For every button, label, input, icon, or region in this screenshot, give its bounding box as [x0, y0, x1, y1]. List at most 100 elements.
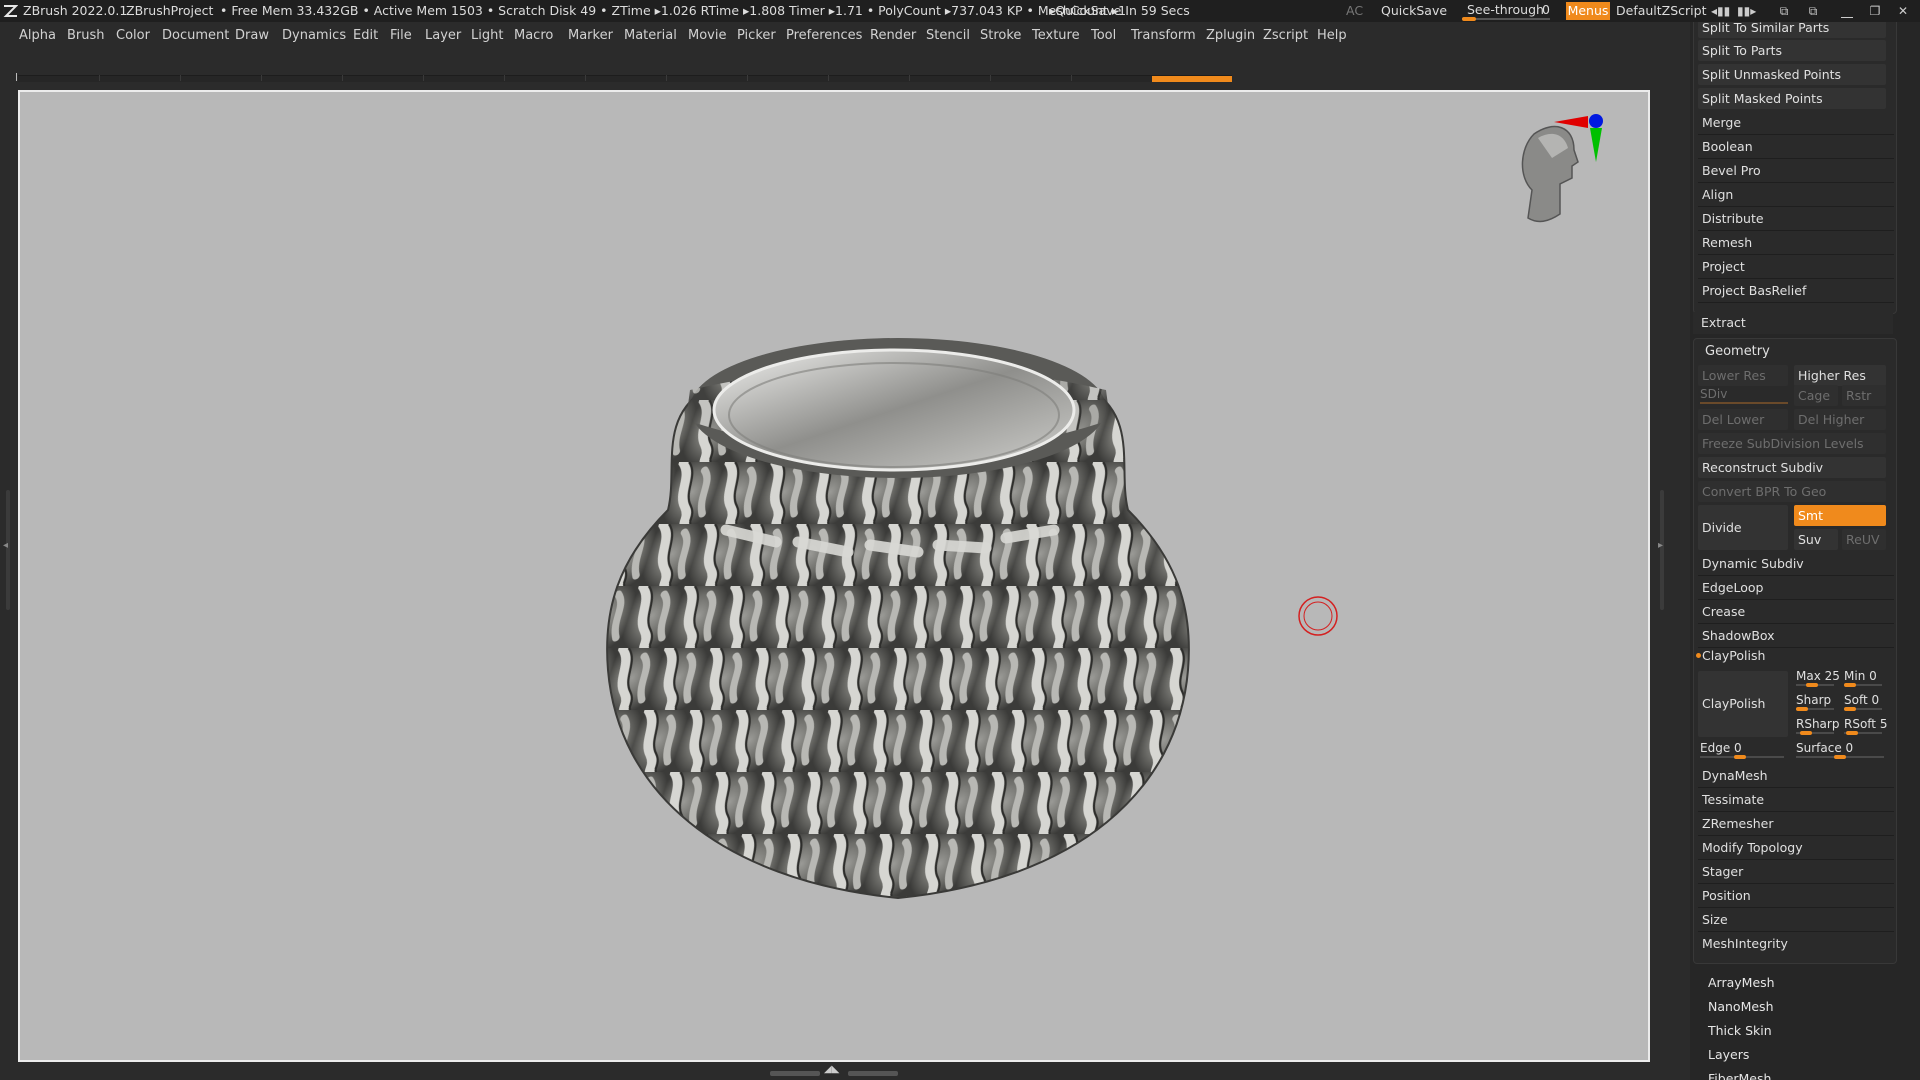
cage-button[interactable]: Cage	[1794, 385, 1838, 406]
bottom-tray-handle[interactable]	[770, 1071, 820, 1076]
thick-skin-section[interactable]: Thick Skin	[1708, 1023, 1772, 1039]
menu-movie[interactable]: Movie	[688, 28, 726, 44]
default-zscript-button[interactable]: DefaultZScript	[1616, 0, 1707, 22]
dynamic-subdiv-section[interactable]: Dynamic Subdiv	[1694, 553, 1894, 575]
popup-icon[interactable]: ⧉	[1775, 3, 1793, 19]
zremesher-section[interactable]: ZRemesher	[1694, 813, 1894, 835]
shelf-strip[interactable]	[18, 75, 1232, 82]
menu-material[interactable]: Material	[624, 28, 677, 44]
dock-left-icon[interactable]: ◂▮▮	[1711, 3, 1730, 19]
merge-section[interactable]: Merge	[1694, 112, 1894, 134]
rsharp-slider[interactable]: RSharp	[1796, 715, 1839, 736]
menu-stencil[interactable]: Stencil	[926, 28, 970, 44]
menu-zplugin[interactable]: Zplugin	[1206, 28, 1255, 44]
modify-topology-section[interactable]: Modify Topology	[1694, 837, 1894, 859]
vase-mesh[interactable]	[606, 338, 1190, 900]
divide-button[interactable]: Divide	[1698, 505, 1788, 550]
size-section[interactable]: Size	[1694, 909, 1894, 931]
menu-texture[interactable]: Texture	[1032, 28, 1080, 44]
dynamesh-section[interactable]: DynaMesh	[1694, 765, 1894, 787]
distribute-section[interactable]: Distribute	[1694, 208, 1894, 230]
menu-layer[interactable]: Layer	[425, 28, 461, 44]
crease-section[interactable]: Crease	[1694, 601, 1894, 623]
bottom-tray-handle-right[interactable]	[848, 1071, 898, 1076]
rstr-button[interactable]: Rstr	[1842, 385, 1886, 406]
soft-slider[interactable]: Soft 0	[1844, 691, 1884, 712]
dock-right-icon[interactable]: ▮▮▸	[1737, 3, 1756, 19]
max-slider[interactable]: Max 25	[1796, 667, 1840, 688]
shelf-active-tab[interactable]	[1152, 76, 1232, 82]
popup-icon[interactable]: ⧉	[1804, 3, 1822, 19]
menu-marker[interactable]: Marker	[568, 28, 613, 44]
freeze-subdiv-button[interactable]: Freeze SubDivision Levels	[1698, 433, 1886, 454]
restore-icon[interactable]: ❐	[1866, 3, 1884, 19]
fibermesh-section[interactable]: FiberMesh	[1708, 1071, 1771, 1080]
menus-toggle-button[interactable]: Menus	[1566, 2, 1610, 20]
close-icon[interactable]: ✕	[1894, 3, 1912, 19]
minimize-icon[interactable]: ⎽	[1838, 3, 1856, 19]
chevron-right-icon[interactable]: ▸	[1658, 540, 1663, 551]
edgeloop-section[interactable]: EdgeLoop	[1694, 577, 1894, 599]
zbrush-logo-icon[interactable]	[3, 4, 18, 18]
menu-alpha[interactable]: Alpha	[19, 28, 56, 44]
reconstruct-subdiv-button[interactable]: Reconstruct Subdiv	[1698, 457, 1886, 478]
tessimate-section[interactable]: Tessimate	[1694, 789, 1894, 811]
lower-res-button[interactable]: Lower Res	[1698, 365, 1788, 386]
align-section[interactable]: Align	[1694, 184, 1894, 206]
stager-section[interactable]: Stager	[1694, 861, 1894, 883]
menu-dynamics[interactable]: Dynamics	[282, 28, 346, 44]
remesh-section[interactable]: Remesh	[1694, 232, 1894, 254]
min-slider[interactable]: Min 0	[1844, 667, 1884, 688]
menu-light[interactable]: Light	[471, 28, 503, 44]
project-name[interactable]: ZBrushProject	[126, 0, 213, 22]
orientation-head-icon[interactable]	[1508, 114, 1608, 234]
menu-macro[interactable]: Macro	[514, 28, 553, 44]
menu-render[interactable]: Render	[870, 28, 916, 44]
geometry-title[interactable]: Geometry	[1697, 341, 1887, 363]
project-section[interactable]: Project	[1694, 256, 1894, 278]
arraymesh-section[interactable]: ArrayMesh	[1708, 975, 1775, 991]
menu-brush[interactable]: Brush	[67, 28, 105, 44]
edge-slider[interactable]: Edge 0	[1700, 739, 1786, 760]
split-to-parts-button[interactable]: Split To Parts	[1698, 40, 1886, 61]
position-section[interactable]: Position	[1694, 885, 1894, 907]
canvas-viewport[interactable]	[18, 90, 1650, 1062]
sharp-slider[interactable]: Sharp	[1796, 691, 1836, 712]
menu-edit[interactable]: Edit	[353, 28, 378, 44]
menu-document[interactable]: Document	[162, 28, 229, 44]
claypolish-button[interactable]: ClayPolish	[1698, 671, 1788, 737]
claypolish-header[interactable]: ClayPolish	[1694, 645, 1894, 667]
layers-section[interactable]: Layers	[1708, 1047, 1749, 1063]
menu-transform[interactable]: Transform	[1131, 28, 1196, 44]
rsoft-slider[interactable]: RSoft 5	[1844, 715, 1887, 736]
split-masked-button[interactable]: Split Masked Points	[1698, 88, 1886, 109]
expand-toggle-icon[interactable]: ◢◣	[824, 1064, 839, 1075]
boolean-section[interactable]: Boolean	[1694, 136, 1894, 158]
nanomesh-section[interactable]: NanoMesh	[1708, 999, 1774, 1015]
del-higher-button[interactable]: Del Higher	[1794, 409, 1886, 430]
convert-bpr-button[interactable]: Convert BPR To Geo	[1698, 481, 1886, 502]
see-through-knob[interactable]	[1462, 17, 1476, 21]
menu-stroke[interactable]: Stroke	[980, 28, 1021, 44]
split-unmasked-button[interactable]: Split Unmasked Points	[1698, 64, 1886, 85]
reuv-button[interactable]: ReUV	[1842, 529, 1886, 550]
project-basrelief-section[interactable]: Project BasRelief	[1694, 280, 1894, 302]
meshintegrity-section[interactable]: MeshIntegrity	[1694, 933, 1894, 955]
menu-picker[interactable]: Picker	[737, 28, 776, 44]
sdiv-slider[interactable]: SDiv	[1700, 385, 1790, 406]
del-lower-button[interactable]: Del Lower	[1698, 409, 1788, 430]
menu-zscript[interactable]: Zscript	[1263, 28, 1308, 44]
chevron-left-icon[interactable]: ◂	[3, 540, 8, 551]
menu-help[interactable]: Help	[1317, 28, 1347, 44]
quicksave-button[interactable]: QuickSave	[1381, 0, 1447, 22]
menu-file[interactable]: File	[390, 28, 412, 44]
menu-color[interactable]: Color	[116, 28, 150, 44]
higher-res-button[interactable]: Higher Res	[1794, 365, 1886, 386]
split-similar-button[interactable]: Split To Similar Parts	[1698, 22, 1886, 38]
suv-toggle[interactable]: Suv	[1794, 529, 1838, 550]
surface-slider[interactable]: Surface 0	[1796, 739, 1886, 760]
smt-toggle[interactable]: Smt	[1794, 505, 1886, 526]
shadowbox-section[interactable]: ShadowBox	[1694, 625, 1894, 647]
menu-preferences[interactable]: Preferences	[786, 28, 862, 44]
extract-section[interactable]: Extract	[1693, 312, 1893, 334]
